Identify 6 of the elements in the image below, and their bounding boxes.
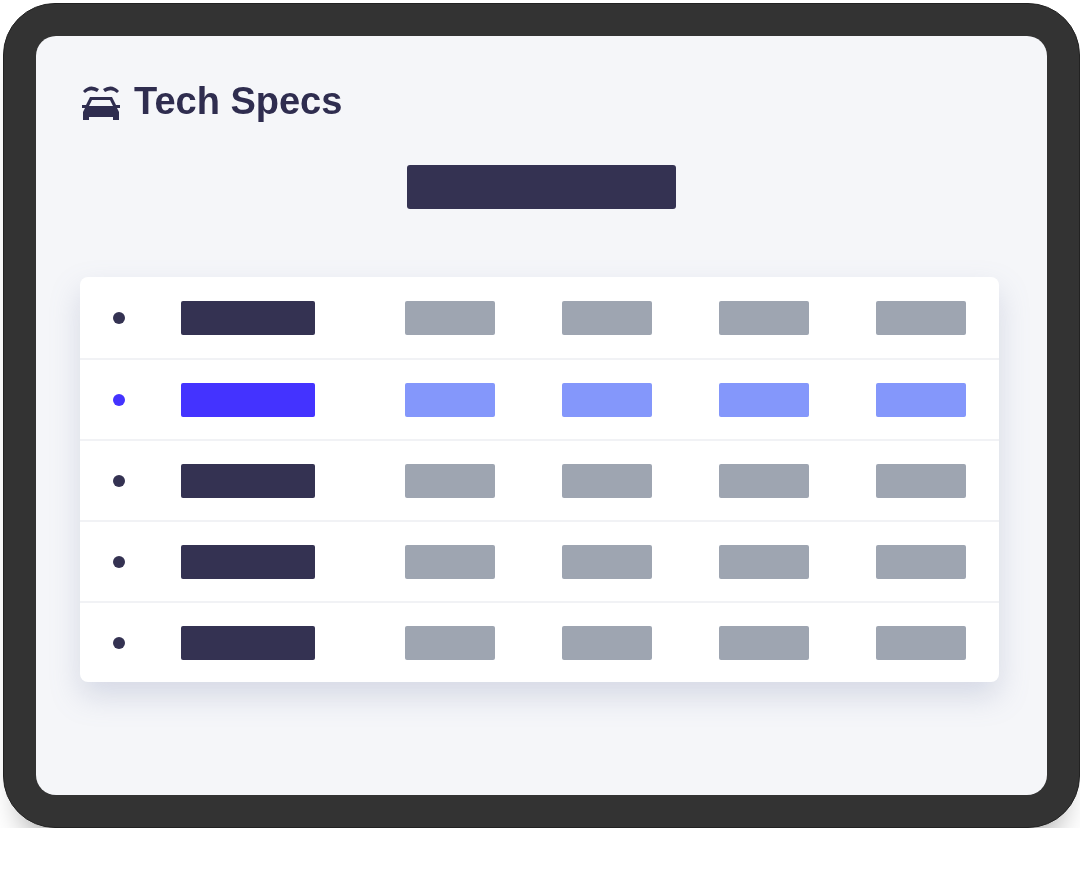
bullet-dot: [113, 474, 125, 487]
page-title: Tech Specs: [134, 80, 343, 123]
bullet-dot: [113, 311, 125, 324]
bullet-dot: [113, 393, 125, 406]
bullet-dot: [113, 555, 125, 568]
bullet-dot: [113, 636, 125, 649]
